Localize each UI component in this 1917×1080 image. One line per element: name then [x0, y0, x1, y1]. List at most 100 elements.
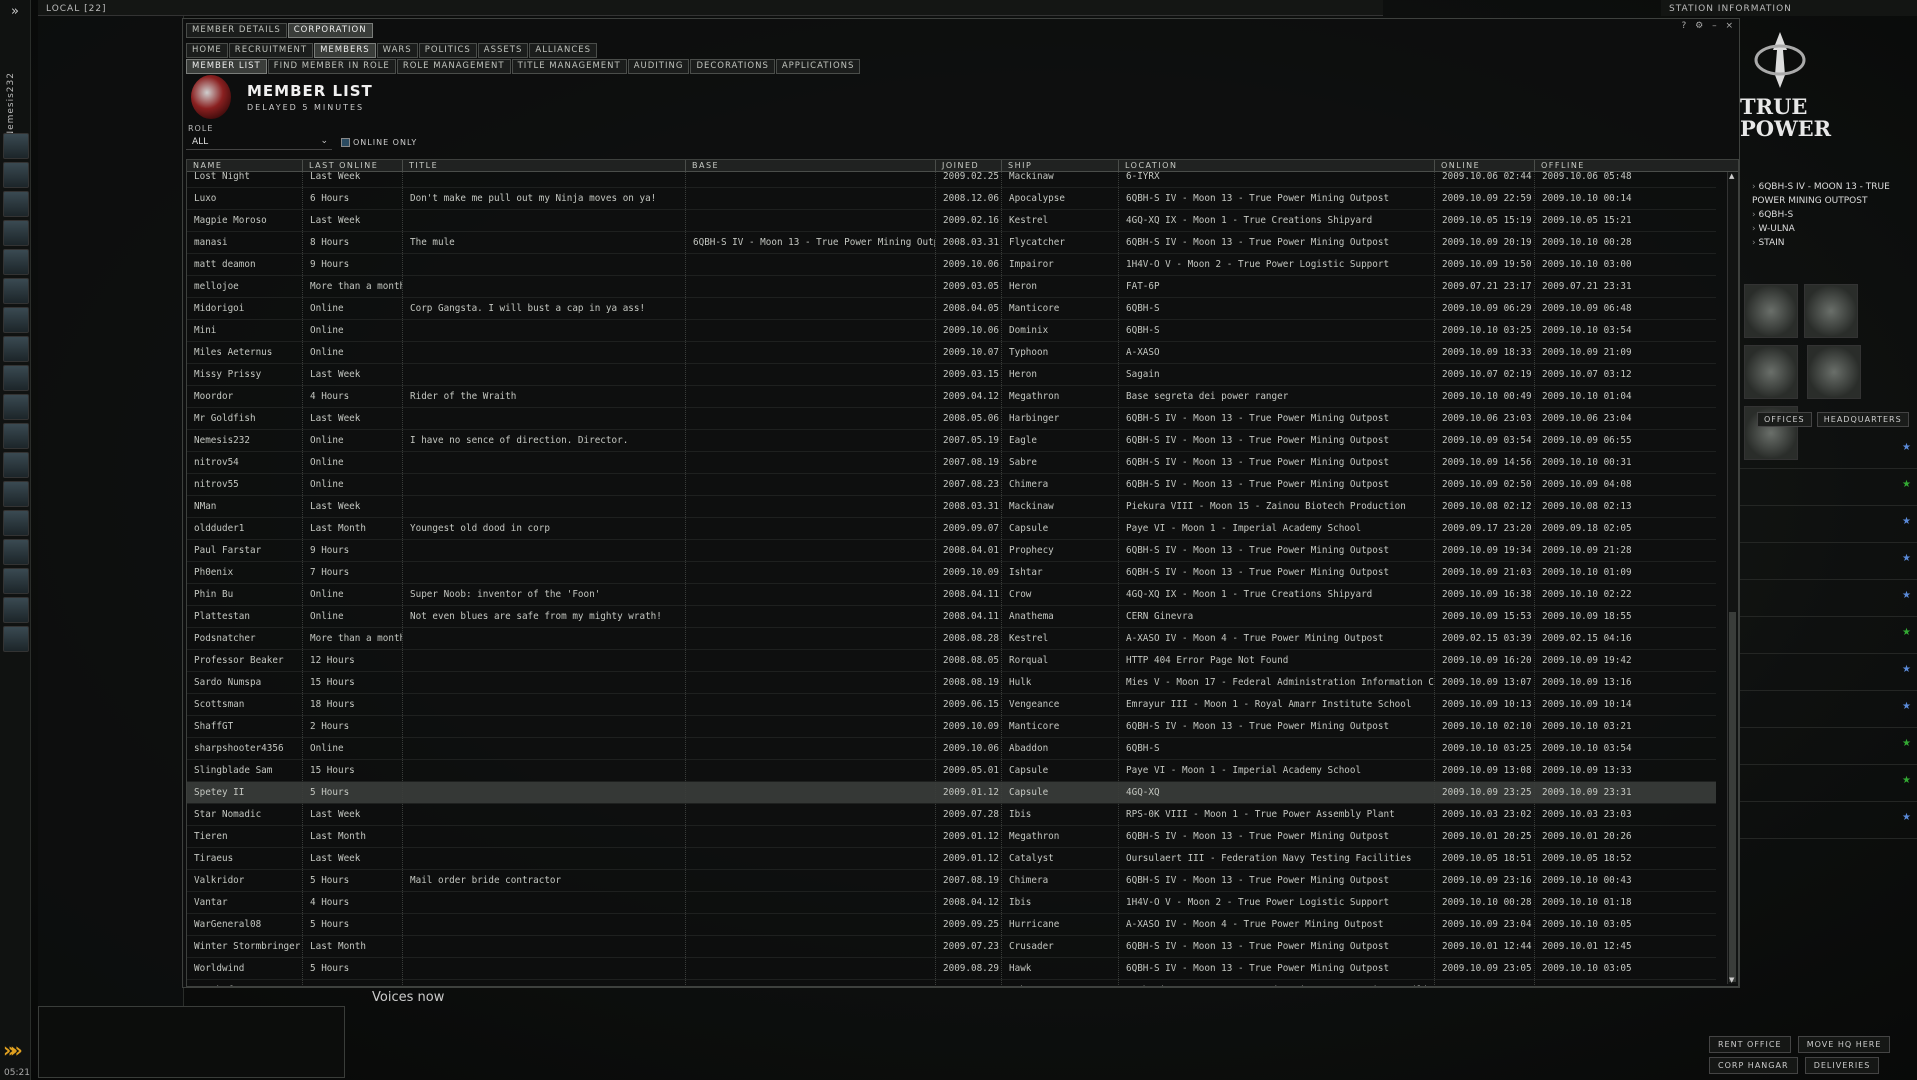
table-row[interactable]: Star Nomadic Last Week 2009.07.28 Ibis RPS-0…: [187, 804, 1716, 826]
table-row[interactable]: Moordor 4 Hours Rider of the Wraith 2009.04…: [187, 386, 1716, 408]
close-icon[interactable]: ×: [1725, 21, 1733, 31]
sidebar-toggle-button[interactable]: »: [0, 0, 30, 22]
station-list-item[interactable]: STAIN: [1752, 236, 1902, 250]
help-icon[interactable]: [3, 568, 29, 594]
market-icon[interactable]: [3, 220, 29, 246]
fleet-icon[interactable]: [3, 510, 29, 536]
agent-portrait[interactable]: [1744, 284, 1798, 338]
table-row[interactable]: Mr Goldfish Last Week 2008.05.06 Harbinger 6…: [187, 408, 1716, 430]
agent-portrait[interactable]: [1804, 284, 1858, 338]
table-row[interactable]: matt deamon 9 Hours 2009.10.06 Impairor 1H4V…: [187, 254, 1716, 276]
ship-hangar-icon[interactable]: [3, 626, 29, 652]
move-hq-button[interactable]: MOVE HQ HERE: [1797, 1036, 1891, 1053]
table-row[interactable]: Magpie Moroso Last Week 2009.02.16 Kestrel 4…: [187, 210, 1716, 232]
role-dropdown[interactable]: ALL ⌄: [186, 136, 332, 150]
column-header-offline[interactable]: OFFLINE: [1534, 160, 1634, 171]
tab-member-list[interactable]: MEMBER LIST: [186, 59, 267, 74]
deliveries-button[interactable]: DELIVERIES: [1804, 1057, 1880, 1074]
list-item[interactable]: ★: [1740, 580, 1917, 617]
tab-decorations[interactable]: DECORATIONS: [690, 59, 775, 74]
station-info-title[interactable]: STATION INFORMATION: [1661, 0, 1917, 16]
column-header-base[interactable]: BASE: [685, 160, 935, 171]
table-row[interactable]: NMan Last Week 2008.03.31 Mackinaw Piekura V…: [187, 496, 1716, 518]
tab-member-details[interactable]: MEMBER DETAILS: [186, 23, 287, 38]
science-icon[interactable]: [3, 423, 29, 449]
tab-assets[interactable]: ASSETS: [477, 43, 529, 58]
list-item[interactable]: ★: [1740, 432, 1917, 469]
list-item[interactable]: ★: [1740, 617, 1917, 654]
tab-wars[interactable]: WARS: [376, 43, 418, 58]
table-row[interactable]: Tiraeus Last Week 2009.01.12 Catalyst Oursul…: [187, 848, 1716, 870]
tab-title-management[interactable]: TITLE MANAGEMENT: [511, 59, 627, 74]
corp-hangar-button[interactable]: CORP HANGAR: [1709, 1057, 1798, 1074]
table-row[interactable]: Tieren Last Month 2009.01.12 Megathron 6QBH-…: [187, 826, 1716, 848]
vertical-scrollbar[interactable]: ▲ ▼: [1727, 172, 1738, 984]
table-row[interactable]: Mini Online 2009.10.06 Dominix 6QBH-S 2009.10…: [187, 320, 1716, 342]
column-header-location[interactable]: LOCATION: [1118, 160, 1434, 171]
table-row[interactable]: Vantar 4 Hours 2008.04.12 Ibis 1H4V-O V - Mo…: [187, 892, 1716, 914]
table-row[interactable]: Nemesis232 Online I have no sence of direc…: [187, 430, 1716, 452]
tab-politics[interactable]: POLITICS: [418, 43, 477, 58]
tab-members[interactable]: MEMBERS: [314, 43, 376, 58]
local-chat-header[interactable]: LOCAL [22]: [38, 0, 1383, 16]
table-row[interactable]: sharpshooter4356 Online 2009.10.06 Abaddon 6…: [187, 738, 1716, 760]
table-row[interactable]: WrathofCon20 Hours 2009.03.12IshtarPucher…: [187, 980, 1716, 986]
table-row[interactable]: Spetey II 5 Hours 2009.01.12 Capsule 4GQ-XQ 2…: [187, 782, 1716, 804]
table-row[interactable]: Miles Aeternus Online 2009.10.07 Typhoon A-X…: [187, 342, 1716, 364]
table-row[interactable]: Ph0enix 7 Hours 2009.10.09 Ishtar 6QBH-S IV …: [187, 562, 1716, 584]
chat-input-area[interactable]: [38, 1006, 345, 1078]
rent-office-button[interactable]: RENT OFFICE: [1709, 1036, 1791, 1053]
help-icon[interactable]: ?: [1681, 21, 1686, 31]
table-row[interactable]: ShaffGT 2 Hours 2009.10.09 Manticore 6QBH-S …: [187, 716, 1716, 738]
table-row[interactable]: Missy Prissy Last Week 2009.03.15 Heron Saga…: [187, 364, 1716, 386]
list-item[interactable]: ★: [1740, 765, 1917, 802]
column-header-last-online[interactable]: LAST ONLINE: [302, 160, 402, 171]
map-icon[interactable]: [3, 336, 29, 362]
table-row[interactable]: mellojoe More than a month 2009.03.05 Heron…: [187, 276, 1716, 298]
corporation-icon[interactable]: [3, 278, 29, 304]
expand-arrows-icon[interactable]: »»: [3, 1038, 23, 1062]
contracts-icon[interactable]: [3, 539, 29, 565]
agent-portrait[interactable]: [1744, 345, 1798, 399]
tab-alliances[interactable]: ALLIANCES: [529, 43, 598, 58]
table-row[interactable]: Luxo 6 Hours Don't make me pull out my Nin…: [187, 188, 1716, 210]
fitting-icon[interactable]: [3, 452, 29, 478]
column-header-joined[interactable]: JOINED: [935, 160, 1001, 171]
tab-applications[interactable]: APPLICATIONS: [775, 59, 861, 74]
station-list-item[interactable]: 6QBH-S: [1752, 208, 1902, 222]
table-row[interactable]: Professor Beaker 12 Hours 2008.08.05 Rorqua…: [187, 650, 1716, 672]
list-item[interactable]: ★: [1740, 506, 1917, 543]
table-row[interactable]: Plattestan Online Not even blues are safe …: [187, 606, 1716, 628]
column-header-title[interactable]: TITLE: [402, 160, 685, 171]
tab-recruitment[interactable]: RECRUITMENT: [228, 43, 314, 58]
table-row[interactable]: Slingblade Sam 15 Hours 2009.05.01 Capsule P…: [187, 760, 1716, 782]
table-row[interactable]: Phin Bu Online Super Noob: inventor of the…: [187, 584, 1716, 606]
tab-find-member-in-role[interactable]: FIND MEMBER IN ROLE: [267, 59, 396, 74]
tab-corporation[interactable]: CORPORATION: [287, 23, 373, 38]
list-item[interactable]: ★: [1740, 728, 1917, 765]
column-header-name[interactable]: NAME: [187, 160, 302, 171]
table-row[interactable]: Sardo Numspa 15 Hours 2008.08.19 Hulk Mies V…: [187, 672, 1716, 694]
character-sheet-icon[interactable]: [3, 133, 29, 159]
scroll-up-icon[interactable]: ▲: [1729, 172, 1734, 180]
agent-portrait[interactable]: [1807, 345, 1862, 399]
character-name[interactable]: Nemesis232: [6, 72, 16, 138]
table-row[interactable]: WarGeneral08 5 Hours 2009.09.25 Hurricane A-…: [187, 914, 1716, 936]
notepad-icon[interactable]: [3, 307, 29, 333]
list-item[interactable]: ★: [1740, 654, 1917, 691]
table-row[interactable]: Valkridor 5 Hours Mail order bride contrac…: [187, 870, 1716, 892]
gear-icon[interactable]: ⚙: [1695, 21, 1703, 31]
column-header-ship[interactable]: SHIP: [1001, 160, 1118, 171]
table-row[interactable]: Scottsman 18 Hours 2009.06.15 Vengeance Emra…: [187, 694, 1716, 716]
table-row[interactable]: Winter Stormbringer Last Month 2009.07.23 C…: [187, 936, 1716, 958]
industry-icon[interactable]: [3, 394, 29, 420]
station-list-item[interactable]: 6QBH-S IV - MOON 13 - TRUE POWER MINING …: [1752, 180, 1902, 208]
column-header-online[interactable]: ONLINE: [1434, 160, 1534, 171]
settings-icon[interactable]: [3, 597, 29, 623]
table-row[interactable]: nitrov55 Online 2007.08.23 Chimera 6QBH-S IV…: [187, 474, 1716, 496]
table-row[interactable]: Midorigoi Online Corp Gangsta. I will bust…: [187, 298, 1716, 320]
tab-home[interactable]: HOME: [186, 43, 228, 58]
station-list-item[interactable]: W-ULNA: [1752, 222, 1902, 236]
mail-icon[interactable]: [3, 191, 29, 217]
table-row[interactable]: Podsnatcher More than a month 2008.08.28 Ke…: [187, 628, 1716, 650]
